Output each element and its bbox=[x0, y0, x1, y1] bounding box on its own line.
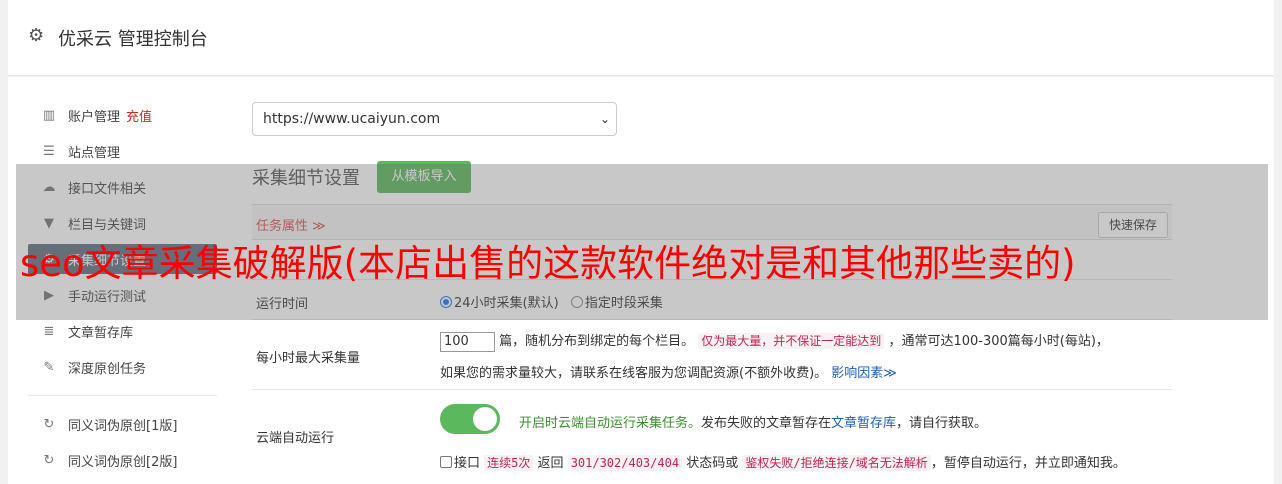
sidebar-item-label: 深度原创任务 bbox=[68, 361, 147, 377]
sidebar-item-account[interactable]: ▥ 账户管理 充值 bbox=[28, 100, 217, 130]
sidebar-item-label: 同义词伪原创[1版] bbox=[68, 418, 178, 434]
pause-text-c: 返回 bbox=[537, 456, 564, 471]
article-store-link[interactable]: 文章暂存库 bbox=[831, 416, 896, 431]
cloud-auto-text-a: 发布失败的文章暂存在 bbox=[701, 416, 832, 431]
pause-text-d: 状态码或 bbox=[686, 456, 739, 471]
max-per-hour-row: 每小时最大采集量 100 篇，随机分布到绑定的每个栏目。 仅为最大量，并不保证一… bbox=[252, 320, 1172, 390]
gear-icon: ⚙ bbox=[28, 25, 45, 46]
sidebar-item-article-store[interactable]: ≣ 文章暂存库 bbox=[28, 316, 217, 346]
sidebar-item-label: 账户管理 bbox=[68, 109, 121, 125]
bar-chart-icon: ▥ bbox=[42, 107, 56, 123]
max-per-hour-note: 如果您的需求量较大，请联系在线客服为您调配资源(不额外收费)。 bbox=[440, 366, 828, 381]
max-per-hour-text1: 篇，随机分布到绑定的每个栏目。 bbox=[499, 334, 695, 349]
cloud-auto-row: 云端自动运行 开启时云端自动运行采集任务。发布失败的文章暂存在文章暂存库，请自行… bbox=[252, 390, 1172, 480]
code-consecutive: 连续5次 bbox=[484, 455, 534, 471]
database-icon: ≣ bbox=[43, 323, 55, 339]
refresh-icon: ↻ bbox=[43, 452, 55, 468]
cloud-auto-desc: 开启时云端自动运行采集任务。发布失败的文章暂存在文章暂存库，请自行获取。 bbox=[519, 412, 987, 431]
scrollbar[interactable] bbox=[1274, 0, 1282, 484]
max-per-hour-line1: 100 篇，随机分布到绑定的每个栏目。 仅为最大量，并不保证一定能达到 ，通常可… bbox=[440, 330, 1109, 352]
cloud-auto-pause-line: 接口 连续5次 返回 301/302/403/404 状态码或 鉴权失败/拒绝连… bbox=[440, 452, 1126, 471]
toggle-knob bbox=[473, 407, 497, 431]
pause-text-e: ，暂停自动运行，并立即通知我。 bbox=[930, 456, 1126, 471]
max-per-hour-text2: ，通常可达100-300篇每小时(每站)， bbox=[888, 334, 1109, 349]
sidebar-item-sites[interactable]: ☰ 站点管理 bbox=[28, 136, 217, 166]
max-per-hour-label: 每小时最大采集量 bbox=[256, 351, 361, 366]
max-per-hour-input[interactable]: 100 bbox=[440, 331, 495, 352]
influence-factors-link[interactable]: 影响因素≫ bbox=[831, 366, 897, 381]
sidebar-item-label: 文章暂存库 bbox=[68, 325, 134, 341]
page-title: 优采云 管理控制台 bbox=[58, 29, 208, 50]
max-per-hour-line2: 如果您的需求量较大，请联系在线客服为您调配资源(不额外收费)。 影响因素≫ bbox=[440, 362, 897, 381]
refresh-icon: ↻ bbox=[43, 416, 55, 432]
sidebar-item-label: 站点管理 bbox=[68, 145, 121, 161]
code-status: 301/302/403/404 bbox=[567, 455, 683, 471]
cloud-auto-toggle[interactable] bbox=[440, 404, 500, 434]
sidebar-item-synonym-v2[interactable]: ↻ 同义词伪原创[2版] bbox=[28, 445, 217, 475]
sidebar-item-label: 同义词伪原创[2版] bbox=[68, 454, 178, 470]
recharge-link[interactable]: 充值 bbox=[126, 106, 152, 125]
sidebar-item-synonym-v1[interactable]: ↻ 同义词伪原创[1版] bbox=[28, 409, 217, 439]
max-warning: 仅为最大量，并不保证一定能达到 bbox=[698, 333, 885, 349]
sidebar-divider bbox=[28, 395, 217, 396]
pause-notify-checkbox[interactable] bbox=[440, 456, 452, 468]
edit-icon: ✎ bbox=[43, 359, 55, 375]
code-errors: 鉴权失败/拒绝连接/域名无法解析 bbox=[742, 455, 931, 471]
sidebar-item-deep-original[interactable]: ✎ 深度原创任务 bbox=[28, 352, 217, 382]
cloud-auto-text-b: ，请自行获取。 bbox=[896, 416, 988, 431]
site-select-value: https://www.ucaiyun.com bbox=[263, 111, 441, 127]
server-icon: ☰ bbox=[43, 143, 55, 159]
cloud-auto-label: 云端自动运行 bbox=[256, 431, 335, 446]
chevron-down-icon: ⌄ bbox=[599, 112, 610, 126]
pause-cb-label: 接口 bbox=[454, 456, 481, 471]
overlay-title: seo文章采集破解版(本店出售的这款软件绝对是和其他那些卖的) bbox=[20, 242, 1076, 285]
page-header: ⚙ 优采云 管理控制台 bbox=[8, 0, 1274, 76]
site-select[interactable]: https://www.ucaiyun.com ⌄ bbox=[252, 102, 617, 136]
cloud-auto-enabled-text: 开启时云端自动运行采集任务。 bbox=[519, 416, 702, 431]
